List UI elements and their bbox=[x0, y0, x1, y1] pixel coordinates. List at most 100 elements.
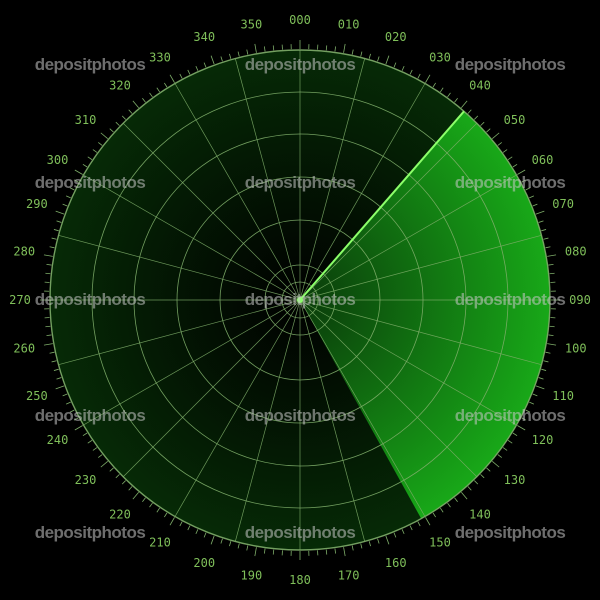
tick-mark bbox=[87, 156, 93, 160]
tick-mark bbox=[385, 55, 390, 65]
tick-mark bbox=[538, 220, 544, 223]
tick-mark bbox=[409, 69, 413, 75]
tick-mark bbox=[467, 109, 472, 114]
tick-mark bbox=[432, 512, 436, 518]
tick-mark bbox=[220, 538, 223, 544]
tick-mark bbox=[74, 425, 83, 431]
tick-mark bbox=[210, 55, 215, 65]
tick-mark bbox=[45, 272, 51, 275]
tick-mark bbox=[100, 132, 108, 139]
tick-mark bbox=[492, 132, 500, 139]
tick-mark bbox=[46, 263, 52, 266]
tick-mark bbox=[440, 87, 444, 93]
tick-mark bbox=[65, 401, 71, 405]
tick-mark bbox=[454, 497, 458, 502]
tick-mark bbox=[62, 393, 68, 397]
bearing-label: 010 bbox=[338, 17, 360, 31]
tick-mark bbox=[51, 237, 57, 240]
tick-mark bbox=[541, 368, 547, 371]
bearing-label: 160 bbox=[385, 556, 407, 570]
bearing-label: 170 bbox=[338, 569, 360, 583]
tick-mark bbox=[98, 142, 103, 146]
tick-mark bbox=[432, 82, 436, 88]
tick-mark bbox=[351, 545, 354, 551]
tick-mark bbox=[325, 549, 328, 555]
tick-mark bbox=[545, 246, 551, 249]
bearing-label: 130 bbox=[504, 473, 526, 487]
bearing-label: 030 bbox=[429, 51, 451, 65]
tick-mark bbox=[425, 74, 431, 83]
tick-mark bbox=[548, 334, 554, 337]
tick-mark bbox=[401, 65, 405, 71]
tick-mark bbox=[56, 220, 62, 223]
tick-mark bbox=[195, 65, 199, 71]
tick-mark bbox=[529, 401, 535, 405]
tick-mark bbox=[43, 254, 53, 257]
tick-mark bbox=[334, 46, 337, 52]
tick-mark bbox=[486, 467, 491, 472]
bearing-label: 190 bbox=[241, 569, 263, 583]
tick-mark bbox=[246, 545, 249, 551]
tick-mark bbox=[502, 447, 508, 451]
tick-mark bbox=[343, 547, 346, 557]
tick-mark bbox=[56, 377, 62, 380]
bearing-label: 340 bbox=[193, 30, 215, 44]
watermark-text: depositphotos bbox=[245, 290, 356, 309]
tick-mark bbox=[461, 492, 468, 500]
tick-mark bbox=[109, 128, 114, 133]
tick-mark bbox=[203, 532, 207, 538]
watermark-text: depositphotos bbox=[245, 523, 356, 542]
tick-mark bbox=[548, 263, 554, 266]
bearing-label: 350 bbox=[241, 17, 263, 31]
tick-mark bbox=[368, 53, 371, 59]
tick-mark bbox=[53, 229, 59, 232]
tick-mark bbox=[547, 254, 557, 257]
watermark-text: depositphotos bbox=[35, 523, 146, 542]
watermark-text: depositphotos bbox=[455, 523, 566, 542]
tick-mark bbox=[92, 447, 98, 451]
tick-mark bbox=[401, 529, 405, 535]
tick-mark bbox=[246, 49, 249, 55]
bearing-label: 180 bbox=[289, 573, 311, 587]
tick-mark bbox=[393, 62, 397, 68]
tick-mark bbox=[541, 229, 547, 232]
tick-mark bbox=[535, 385, 545, 390]
bearing-label: 270 bbox=[9, 293, 31, 307]
tick-mark bbox=[409, 525, 413, 531]
tick-mark bbox=[128, 109, 133, 114]
tick-mark bbox=[128, 486, 133, 491]
tick-mark bbox=[132, 100, 139, 108]
tick-mark bbox=[447, 92, 451, 98]
tick-mark bbox=[535, 210, 545, 215]
tick-mark bbox=[156, 507, 160, 513]
tick-mark bbox=[187, 69, 191, 75]
bearing-label: 240 bbox=[47, 433, 69, 447]
bearing-label: 120 bbox=[532, 433, 554, 447]
watermark-text: depositphotos bbox=[35, 406, 146, 425]
tick-mark bbox=[187, 525, 191, 531]
tick-mark bbox=[82, 164, 88, 168]
tick-mark bbox=[417, 521, 421, 527]
tick-mark bbox=[447, 502, 451, 508]
watermark-text: depositphotos bbox=[455, 173, 566, 192]
bearing-label: 320 bbox=[109, 79, 131, 93]
tick-mark bbox=[467, 486, 472, 491]
bearing-label: 040 bbox=[469, 79, 491, 93]
tick-mark bbox=[502, 149, 508, 153]
tick-mark bbox=[334, 548, 337, 554]
watermark-text: depositphotos bbox=[455, 55, 566, 74]
tick-mark bbox=[454, 98, 458, 103]
bearing-label: 020 bbox=[385, 30, 407, 44]
watermark-text: depositphotos bbox=[455, 290, 566, 309]
tick-mark bbox=[517, 425, 526, 431]
tick-mark bbox=[507, 156, 513, 160]
bearing-label: 100 bbox=[565, 342, 587, 356]
tick-mark bbox=[486, 128, 491, 133]
tick-mark bbox=[51, 360, 57, 363]
tick-mark bbox=[45, 325, 51, 328]
tick-mark bbox=[545, 351, 551, 354]
tick-mark bbox=[169, 74, 175, 83]
bearing-label: 070 bbox=[552, 197, 574, 211]
tick-mark bbox=[393, 532, 397, 538]
tick-mark bbox=[237, 543, 240, 549]
